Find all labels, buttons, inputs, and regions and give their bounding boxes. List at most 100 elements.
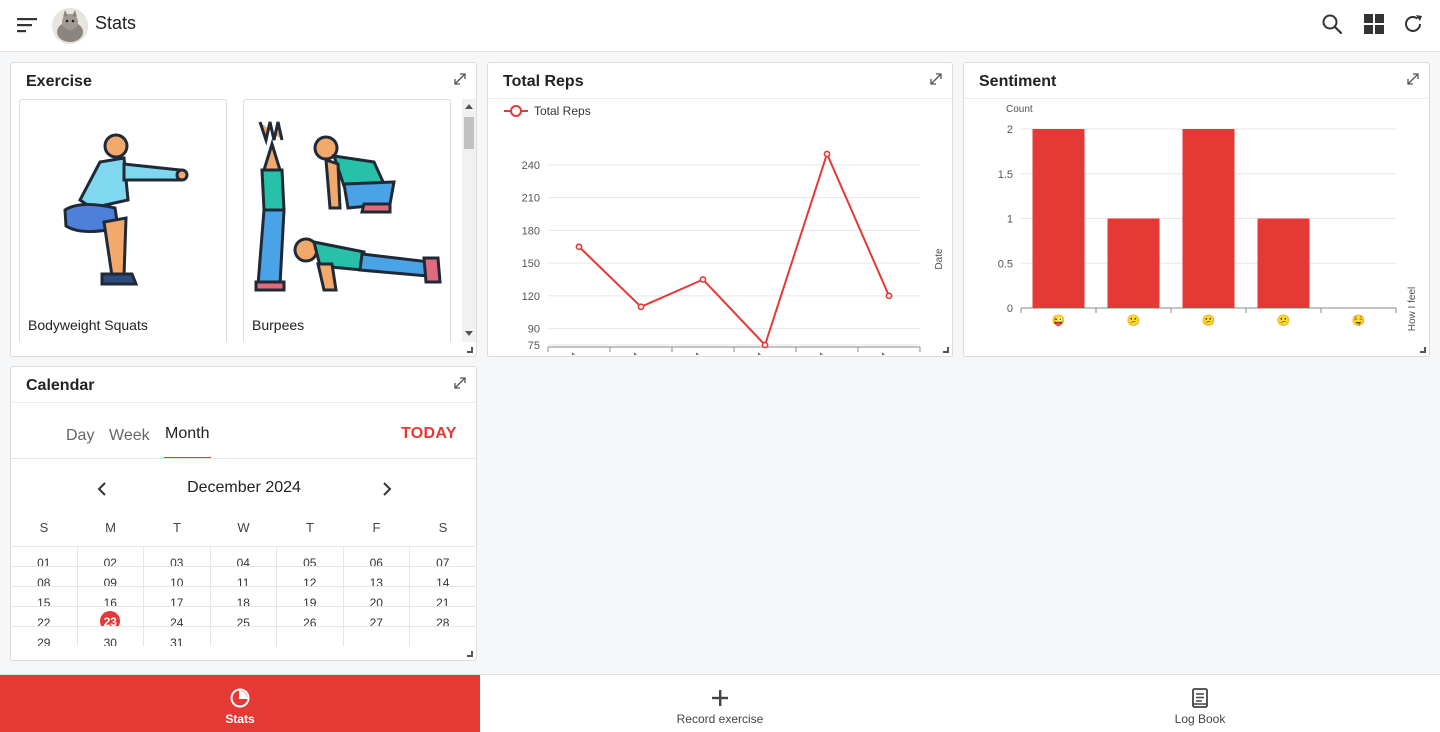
scroll-up-arrow[interactable]: [465, 104, 473, 109]
calendar-day[interactable]: 13: [343, 566, 410, 586]
calendar-day[interactable]: 29: [11, 626, 78, 646]
calendar-day[interactable]: 03: [144, 546, 211, 566]
calendar-day[interactable]: [277, 626, 344, 646]
resize-handle[interactable]: [943, 347, 949, 353]
calendar-day[interactable]: 30: [77, 626, 144, 646]
y-tick-label: 0.5: [998, 258, 1013, 270]
calendar-day[interactable]: [210, 626, 277, 646]
expand-icon[interactable]: [928, 71, 944, 87]
today-button[interactable]: TODAY: [401, 425, 457, 443]
scroll-thumb[interactable]: [464, 117, 474, 149]
calendar-day[interactable]: [343, 626, 410, 646]
nav-stats[interactable]: Stats: [0, 675, 480, 732]
nav-log-book[interactable]: Log Book: [960, 675, 1440, 732]
data-point[interactable]: [575, 243, 583, 251]
data-point[interactable]: [699, 276, 707, 283]
series-line: [578, 151, 890, 347]
data-point[interactable]: [885, 292, 893, 300]
calendar-day[interactable]: 08: [11, 566, 78, 586]
day-number: 24: [170, 616, 184, 626]
weekday-label: T: [306, 520, 314, 535]
calendar-day[interactable]: 21: [410, 586, 477, 606]
day-number: 14: [436, 576, 450, 586]
nav-label: Record exercise: [676, 712, 764, 726]
calendar-day[interactable]: 14: [410, 566, 477, 586]
data-point[interactable]: [823, 150, 831, 158]
refresh-icon[interactable]: [1401, 12, 1425, 36]
calendar-day[interactable]: 18: [210, 586, 277, 606]
chevron-right-icon[interactable]: [380, 482, 394, 496]
day-number: 28: [436, 616, 450, 626]
resize-handle[interactable]: [467, 347, 473, 353]
day-number: 30: [103, 636, 117, 646]
calendar-day[interactable]: 07: [410, 546, 477, 566]
calendar-day[interactable]: 28: [410, 606, 477, 626]
data-point[interactable]: [761, 341, 769, 349]
bar[interactable]: [1107, 218, 1160, 309]
avatar[interactable]: [52, 8, 88, 44]
calendar-day[interactable]: 17: [144, 586, 211, 606]
day-number: 01: [37, 556, 51, 566]
nav-record-exercise[interactable]: Record exercise: [480, 675, 960, 732]
bar[interactable]: [1257, 218, 1310, 309]
calendar-day[interactable]: 19: [277, 586, 344, 606]
tab-month[interactable]: Month: [165, 425, 209, 443]
search-icon[interactable]: [1320, 12, 1344, 36]
calendar-day[interactable]: 27: [343, 606, 410, 626]
calendar-day[interactable]: 20: [343, 586, 410, 606]
legend-marker: [510, 105, 522, 117]
exercise-tile[interactable]: Bodyweight Squats: [19, 99, 227, 342]
y-axis-title: Count: [1006, 104, 1033, 115]
scroll-down-arrow[interactable]: [465, 331, 473, 336]
resize-handle[interactable]: [467, 651, 473, 657]
expand-icon[interactable]: [452, 375, 468, 391]
calendar-day[interactable]: 10: [144, 566, 211, 586]
expand-icon[interactable]: [452, 71, 468, 87]
calendar-day[interactable]: 16: [77, 586, 144, 606]
calendar-day[interactable]: 26: [277, 606, 344, 626]
day-number: 20: [369, 596, 383, 606]
day-number: 25: [236, 616, 250, 626]
calendar-day-today[interactable]: 23: [77, 606, 144, 626]
dashboard-icon[interactable]: [1362, 12, 1386, 36]
bar[interactable]: [1182, 129, 1235, 308]
calendar-day[interactable]: 24: [144, 606, 211, 626]
calendar-day[interactable]: 15: [11, 586, 78, 606]
expand-icon[interactable]: [1405, 71, 1421, 87]
day-number: 16: [103, 596, 117, 606]
y-tick-label: 120: [522, 291, 540, 303]
tab-day[interactable]: Day: [66, 427, 94, 445]
divider: [11, 402, 476, 403]
y-tick-label: 150: [522, 258, 540, 270]
calendar-day[interactable]: 06: [343, 546, 410, 566]
day-number: 29: [37, 636, 51, 646]
x-tick-label: 12/1/2024: [538, 351, 581, 355]
calendar-day[interactable]: 04: [210, 546, 277, 566]
calendar-day[interactable]: 09: [77, 566, 144, 586]
calendar-day[interactable]: 12: [277, 566, 344, 586]
menu-icon[interactable]: [16, 14, 38, 36]
y-tick-label: 0: [1007, 303, 1013, 315]
tab-week[interactable]: Week: [109, 427, 150, 445]
calendar-day[interactable]: 31: [144, 626, 211, 646]
resize-handle[interactable]: [1420, 347, 1426, 353]
calendar-day[interactable]: 02: [77, 546, 144, 566]
exercise-tile[interactable]: Burpees: [243, 99, 451, 342]
x-tick-label: 12/4/2024: [786, 351, 829, 355]
bar[interactable]: [1032, 129, 1085, 308]
y-tick-label: 75: [528, 340, 540, 352]
day-number: 17: [170, 596, 184, 606]
calendar-day[interactable]: 01: [11, 546, 78, 566]
calendar-day[interactable]: 25: [210, 606, 277, 626]
scrollbar[interactable]: [462, 99, 476, 342]
day-number: 23: [103, 615, 117, 626]
data-point[interactable]: [637, 303, 645, 311]
sentiment-chart: Count How I feel 0 0.5 1 1.5 2 😜 😕 😕 😕 🤤: [998, 104, 1418, 331]
calendar-day[interactable]: 11: [210, 566, 277, 586]
calendar-day[interactable]: [410, 626, 477, 646]
calendar-day[interactable]: 05: [277, 546, 344, 566]
calendar-grid: 01 02 03 04 05 06 07 08 09 10 11 12 13 14 15 16 17 18 19 20…: [11, 546, 477, 646]
legend-label: Total Reps: [534, 104, 591, 118]
calendar-day[interactable]: 22: [11, 606, 78, 626]
day-number: 05: [303, 556, 317, 566]
